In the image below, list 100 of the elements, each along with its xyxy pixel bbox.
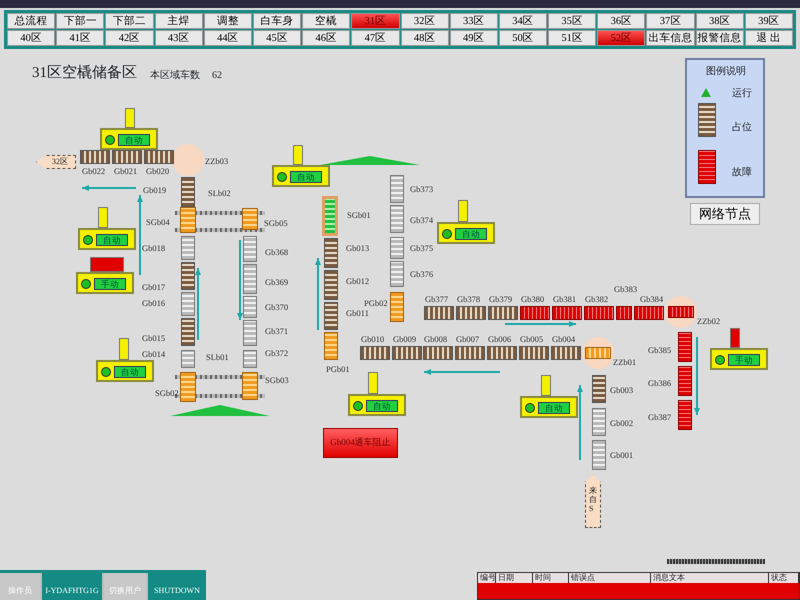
toolbar-button[interactable]: SHUTDOWN bbox=[148, 573, 206, 600]
mode-button[interactable]: 手动 bbox=[94, 278, 126, 290]
nav-tab[interactable]: 35区 bbox=[548, 13, 596, 29]
nav-tab[interactable]: 主焊 bbox=[154, 13, 203, 29]
segment-label: Gb374 bbox=[410, 215, 434, 225]
nav-tab[interactable]: 报警信息 bbox=[696, 30, 744, 46]
nav-tab[interactable]: 34区 bbox=[498, 13, 548, 29]
segment-label: Gb370 bbox=[265, 302, 288, 312]
nav-tab[interactable]: 调整 bbox=[204, 13, 252, 29]
legend-label: 运行 bbox=[732, 86, 752, 101]
mode-button[interactable]: 自动 bbox=[96, 234, 128, 246]
segment-label: Gb387 bbox=[648, 412, 672, 422]
segment-label: Gb016 bbox=[142, 298, 166, 308]
status-lamp-icon bbox=[353, 400, 363, 410]
legend-label: 占位 bbox=[732, 120, 752, 135]
nav-tab[interactable]: 出车信息 bbox=[646, 30, 695, 46]
segment-label: Gb377 bbox=[425, 294, 448, 304]
segment-label: Gb013 bbox=[346, 243, 370, 253]
mode-button[interactable]: 自动 bbox=[118, 134, 150, 146]
direction-tag: 32区 bbox=[36, 155, 76, 169]
segment-label: Gb381 bbox=[553, 294, 576, 304]
legend-label: 故障 bbox=[732, 166, 752, 180]
nav-tab[interactable]: 下部二 bbox=[105, 13, 154, 29]
nav-tab[interactable]: 42区 bbox=[105, 30, 154, 46]
nav-tab[interactable]: 36区 bbox=[597, 13, 646, 29]
turntable-label: ZZb02 bbox=[697, 316, 720, 326]
fault-symbol-icon bbox=[698, 150, 716, 184]
segment-label: Gb378 bbox=[457, 294, 480, 304]
nav-tab[interactable]: 48区 bbox=[400, 30, 449, 46]
nav-tab[interactable]: 49区 bbox=[450, 30, 498, 46]
nav-tab[interactable]: 退 出 bbox=[744, 30, 793, 46]
segment-label: Gb002 bbox=[610, 418, 634, 428]
segment-label: Gb021 bbox=[114, 166, 138, 176]
status-lamp-icon bbox=[101, 366, 111, 376]
network-node-button[interactable]: 网络节点 bbox=[690, 203, 760, 225]
segment-label: Gb385 bbox=[648, 345, 672, 355]
count-label: 本区域车数 bbox=[150, 68, 200, 83]
nav-tab[interactable]: 46区 bbox=[302, 30, 350, 46]
segment-label: SGb05 bbox=[264, 218, 288, 228]
nav-tab[interactable]: 38区 bbox=[696, 13, 744, 29]
nav-tab[interactable]: 51区 bbox=[548, 30, 596, 46]
nav-tab[interactable]: 39区 bbox=[744, 13, 793, 29]
nav-tab[interactable]: 33区 bbox=[450, 13, 498, 29]
nav-tab[interactable]: 总流程 bbox=[7, 13, 56, 29]
segment-label: Gb007 bbox=[456, 334, 480, 344]
nav-tab[interactable]: 白车身 bbox=[252, 13, 302, 29]
segment-label: SGb03 bbox=[265, 375, 289, 385]
column-header: 错误点 bbox=[569, 573, 651, 583]
segment-label: PGb01 bbox=[326, 364, 350, 374]
nav-tab[interactable]: 50区 bbox=[498, 30, 548, 46]
flow-arrow bbox=[505, 321, 576, 327]
nav-tab[interactable]: 空橇 bbox=[302, 13, 350, 29]
status-lamp-icon bbox=[715, 354, 725, 364]
area-title: 31区空橇储备区 bbox=[32, 64, 137, 83]
nav-tab[interactable]: 下部一 bbox=[56, 13, 104, 29]
column-header: 时间 bbox=[533, 573, 569, 583]
nav-tab[interactable]: 45区 bbox=[252, 30, 302, 46]
mode-button[interactable]: 手动 bbox=[728, 354, 760, 366]
nav-tab[interactable]: 41区 bbox=[56, 30, 104, 46]
segment-label: Gb379 bbox=[489, 294, 512, 304]
segment-label: Gb010 bbox=[361, 334, 384, 344]
segment-label: SGb04 bbox=[146, 217, 170, 227]
flow-arrow bbox=[195, 268, 201, 340]
segment-label: Gb012 bbox=[346, 276, 370, 286]
segment-label: Gb376 bbox=[410, 269, 434, 279]
mode-button[interactable]: 自动 bbox=[455, 228, 487, 240]
status-lamp-icon bbox=[442, 228, 452, 238]
mode-button[interactable]: 自动 bbox=[114, 366, 146, 378]
segment-label: Gb373 bbox=[410, 184, 434, 194]
column-header: 状态 bbox=[769, 573, 799, 583]
toolbar-button[interactable]: I-YDAFHTG1G bbox=[42, 573, 102, 600]
segment-label: Gb386 bbox=[648, 378, 672, 388]
legend-title: 图例说明 bbox=[706, 65, 746, 79]
status-lamp-icon bbox=[83, 234, 93, 244]
segment-label: PGb02 bbox=[364, 298, 388, 308]
nav-tab[interactable]: 43区 bbox=[154, 30, 203, 46]
segment-label: Gb014 bbox=[142, 349, 166, 359]
segment-label: Gb384 bbox=[640, 294, 664, 304]
nav-tab[interactable]: 47区 bbox=[351, 30, 400, 46]
segment-label: SGb01 bbox=[347, 210, 371, 220]
nav-tab[interactable]: 40区 bbox=[7, 30, 56, 46]
turntable-label: ZZb01 bbox=[613, 357, 636, 367]
segment-label: Gb017 bbox=[142, 282, 166, 292]
segment-label: SGb02 bbox=[155, 388, 179, 398]
nav-tab[interactable]: 32区 bbox=[400, 13, 449, 29]
mode-button[interactable]: 自动 bbox=[290, 170, 322, 182]
occupied-symbol-icon bbox=[698, 103, 716, 137]
nav-tab[interactable]: 44区 bbox=[204, 30, 252, 46]
mode-button[interactable]: 自动 bbox=[538, 402, 570, 414]
column-header: 消息文本 bbox=[651, 573, 769, 583]
nav-tab[interactable]: 37区 bbox=[646, 13, 695, 29]
flow-arrow bbox=[82, 185, 136, 191]
status-lamp-icon bbox=[81, 278, 91, 288]
segment-label: Gb004 bbox=[552, 334, 576, 344]
segment-label: Gb371 bbox=[265, 326, 288, 336]
segment-label: Gb005 bbox=[520, 334, 544, 344]
segment-label: Gb019 bbox=[143, 185, 166, 195]
mode-button[interactable]: 自动 bbox=[366, 400, 398, 412]
segment-label: Gb375 bbox=[410, 243, 434, 253]
lift-label: SLb01 bbox=[206, 352, 229, 362]
